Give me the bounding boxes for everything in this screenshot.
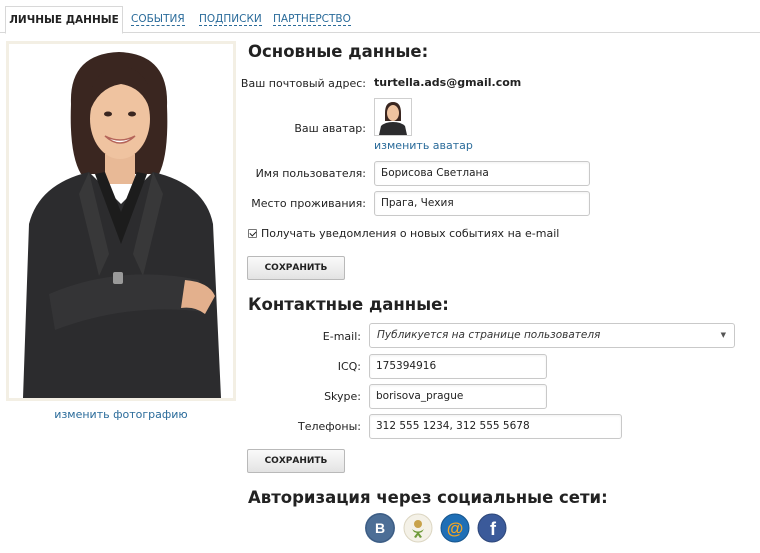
location-label: Место проживания: [251, 197, 366, 210]
mailru-glyph: @ [440, 513, 470, 543]
facebook-icon[interactable]: f [477, 513, 507, 543]
location-field[interactable]: Прага, Чехия [374, 191, 590, 216]
mailru-icon[interactable]: @ [440, 513, 470, 543]
profile-photo-image [9, 44, 233, 398]
facebook-glyph: f [477, 513, 507, 543]
odnoklassniki-icon[interactable] [403, 513, 433, 543]
notify-checkbox[interactable] [248, 229, 257, 238]
skype-field[interactable]: borisova_prague [369, 384, 547, 409]
avatar-image [375, 99, 411, 135]
email-visibility-value: Публикуется на странице пользователя [377, 329, 601, 341]
chevron-down-icon: ▼ [720, 331, 726, 339]
tab-bar: Личные данные События Подписки Партнерст… [0, 0, 760, 34]
phones-field[interactable]: 312 555 1234, 312 555 5678 [369, 414, 622, 439]
username-field[interactable]: Борисова Светлана [374, 161, 590, 186]
contact-data-heading: Контактные данные: [248, 295, 449, 314]
tab-partnership[interactable]: Партнерство [273, 13, 351, 26]
profile-photo [6, 41, 236, 401]
contact-email-label: E-mail: [322, 330, 361, 343]
social-auth-heading: Авторизация через социальные сети: [248, 488, 608, 507]
tab-personal-data[interactable]: Личные данные [5, 6, 123, 34]
save-basic-button[interactable]: СОХРАНИТЬ [247, 256, 345, 280]
email-value: turtella.ads@gmail.com [374, 76, 522, 89]
tab-personal-data-label: Личные данные [9, 14, 119, 26]
svg-text:f: f [490, 519, 497, 539]
basic-data-heading: Основные данные: [248, 42, 429, 61]
email-visibility-select[interactable]: Публикуется на странице пользователя ▼ [369, 323, 735, 348]
notify-checkbox-row[interactable]: Получать уведомления о новых событиях на… [248, 227, 559, 240]
vkontakte-glyph: B [365, 513, 395, 543]
odnoklassniki-glyph [403, 513, 433, 543]
username-label: Имя пользователя: [255, 167, 366, 180]
email-label: Ваш почтовый адрес: [240, 77, 366, 90]
svg-text:@: @ [447, 519, 464, 538]
tab-events[interactable]: События [131, 13, 185, 26]
vkontakte-icon[interactable]: B [365, 513, 395, 543]
phones-label: Телефоны: [297, 420, 361, 433]
save-contacts-button[interactable]: СОХРАНИТЬ [247, 449, 345, 473]
avatar-label: Ваш аватар: [294, 122, 366, 135]
icq-label: ICQ: [337, 360, 361, 373]
skype-label: Skype: [324, 390, 361, 403]
svg-text:B: B [375, 520, 385, 536]
tab-subscriptions[interactable]: Подписки [199, 13, 262, 26]
change-avatar-link[interactable]: изменить аватар [374, 139, 473, 152]
change-photo-link[interactable]: изменить фотографию [0, 408, 242, 421]
avatar[interactable] [374, 98, 412, 136]
notify-label: Получать уведомления о новых событиях на… [261, 227, 560, 240]
icq-field[interactable]: 175394916 [369, 354, 547, 379]
